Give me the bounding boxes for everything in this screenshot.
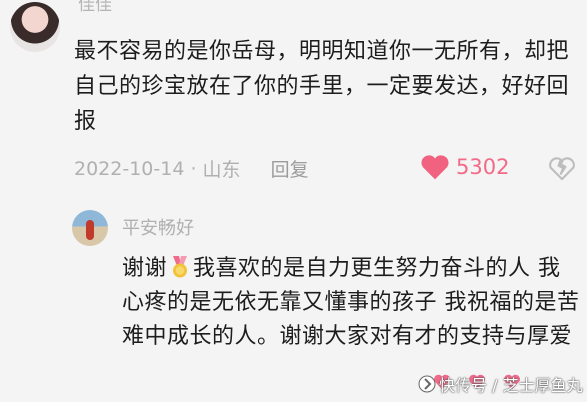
- comment-date: 2022-10-14: [74, 157, 185, 180]
- reply-text: 谢谢 我喜欢的是自力更生努力奋斗的人 我心疼的是无依无靠又懂事的孩子 我祝福的是…: [122, 252, 582, 354]
- watermark-text: 快传号 / 芝士厚鱼丸: [439, 376, 583, 395]
- reply-username[interactable]: 平安畅好: [122, 214, 194, 240]
- reply-text-thanks: 谢谢: [122, 256, 168, 281]
- comment-text: 最不容易的是你岳母，明明知道你一无所有，却把自己的珍宝放在了你的手里，一定要发达…: [74, 39, 570, 134]
- reply-avatar[interactable]: [72, 210, 108, 246]
- like-count: 5302: [456, 155, 510, 179]
- dislike-icon[interactable]: [548, 155, 576, 181]
- watermark: 快传号 / 芝士厚鱼丸: [418, 372, 583, 396]
- comment-meta: 2022-10-14 · 山东 回复: [74, 155, 309, 182]
- reply-button[interactable]: 回复: [271, 155, 309, 182]
- medal-icon: [173, 256, 188, 278]
- comment-username[interactable]: 佳佳: [78, 0, 112, 15]
- comment-location: 山东: [202, 159, 241, 181]
- heart-icon: [421, 155, 449, 180]
- like-button[interactable]: 5302: [420, 154, 509, 180]
- watermark-logo-icon: [418, 375, 436, 393]
- comment-avatar[interactable]: [10, 2, 60, 52]
